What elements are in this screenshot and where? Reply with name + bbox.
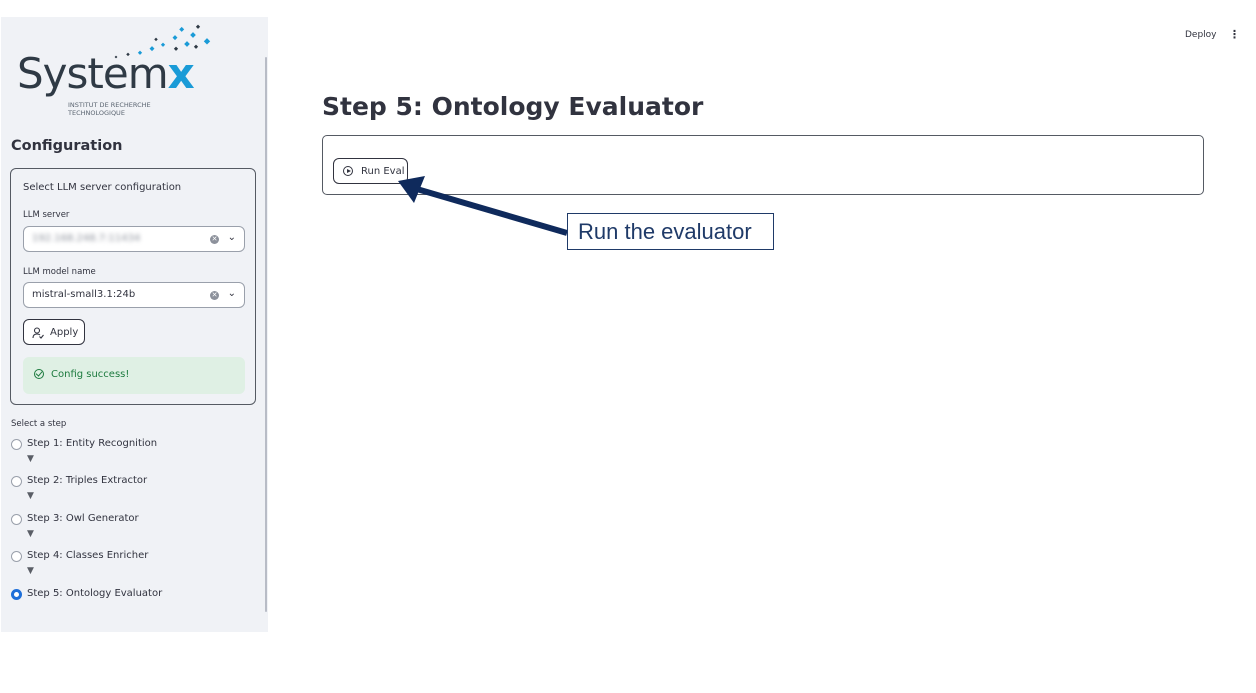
apply-label: Apply	[50, 327, 79, 338]
apply-button[interactable]: Apply	[23, 319, 85, 345]
success-alert: Config success!	[23, 357, 245, 394]
success-text: Config success!	[51, 369, 130, 380]
arrow-down-icon: ▼	[27, 454, 34, 464]
play-circle-icon	[343, 166, 353, 176]
chevron-down-icon[interactable]: ⌄	[228, 288, 236, 299]
user-check-icon	[32, 327, 44, 339]
eval-container: Run Eval	[322, 135, 1204, 195]
model-label: LLM model name	[23, 267, 96, 277]
run-eval-label: Run Eval	[361, 166, 405, 177]
deploy-button[interactable]: Deploy	[1185, 30, 1217, 40]
arrow-down-icon: ▼	[27, 566, 34, 576]
config-heading: Select LLM server configuration	[23, 182, 182, 193]
logo-subtitle: INSTITUT DE RECHERCHE TECHNOLOGIQUE	[68, 101, 151, 117]
server-value: 192.168.248.7:11434	[32, 233, 141, 244]
llm-model-select[interactable]: mistral-small3.1:24b ✕ ⌄	[23, 282, 245, 308]
radio-icon[interactable]	[11, 551, 22, 562]
radio-icon[interactable]	[11, 439, 22, 450]
radio-selected-icon[interactable]	[11, 589, 22, 600]
llm-server-select[interactable]: 192.168.248.7:11434 ✕ ⌄	[23, 226, 245, 252]
model-value: mistral-small3.1:24b	[32, 289, 136, 300]
sidebar-scrollbar[interactable]	[265, 57, 267, 612]
step-label: Step 1: Entity Recognition	[27, 438, 158, 449]
server-label: LLM server	[23, 210, 70, 220]
chevron-down-icon[interactable]: ⌄	[228, 232, 236, 243]
more-vertical-icon[interactable]: ⋮	[1229, 28, 1240, 41]
step-label: Step 5: Ontology Evaluator	[27, 588, 163, 599]
annotation-callout: Run the evaluator	[567, 213, 774, 250]
step-label: Step 4: Classes Enricher	[27, 550, 149, 561]
sidebar-title: Configuration	[11, 138, 123, 154]
check-circle-icon	[34, 369, 44, 379]
step-label: Step 3: Owl Generator	[27, 513, 139, 524]
systemx-logo: Systemx INSTITUT DE RECHERCHE TECHNOLOGI…	[15, 23, 225, 118]
steps-label: Select a step	[11, 419, 67, 429]
run-eval-button[interactable]: Run Eval	[333, 158, 408, 184]
sidebar: Systemx INSTITUT DE RECHERCHE TECHNOLOGI…	[1, 17, 268, 632]
clear-icon[interactable]: ✕	[210, 291, 219, 300]
clear-icon[interactable]: ✕	[210, 235, 219, 244]
radio-icon[interactable]	[11, 514, 22, 525]
logo-wordmark: Systemx	[17, 49, 195, 98]
step-label: Step 2: Triples Extractor	[27, 475, 148, 486]
arrow-down-icon: ▼	[27, 529, 34, 539]
arrow-down-icon: ▼	[27, 491, 34, 501]
page-title: Step 5: Ontology Evaluator	[322, 92, 704, 121]
config-form: Select LLM server configuration LLM serv…	[10, 168, 256, 405]
radio-icon[interactable]	[11, 476, 22, 487]
